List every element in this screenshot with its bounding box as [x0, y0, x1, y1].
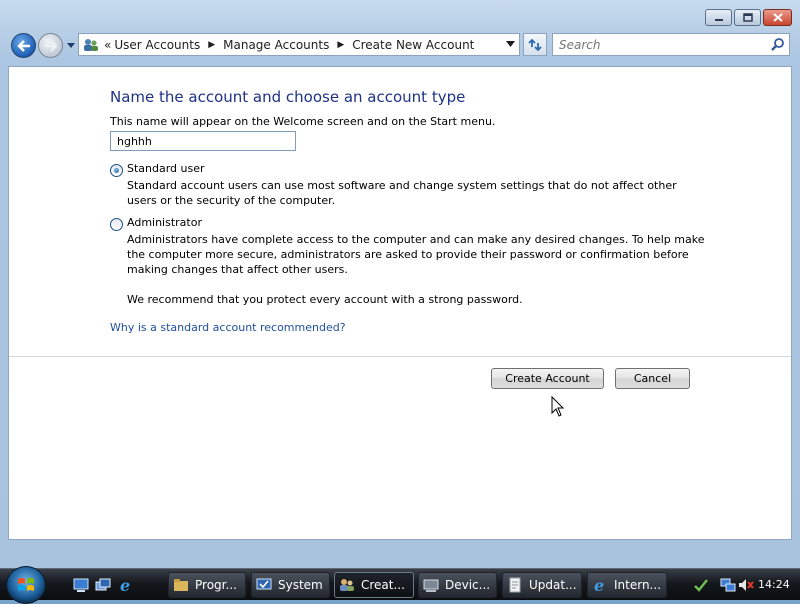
breadcrumb-overflow[interactable]: « [104, 38, 111, 52]
taskbar-button-create-account[interactable]: Creat... [334, 572, 414, 598]
address-bar[interactable]: « User Accounts ▶ Manage Accounts ▶ Crea… [78, 33, 520, 56]
administrator-description: Administrators have complete access to t… [127, 233, 705, 276]
mouse-cursor-icon [551, 396, 565, 417]
create-account-button[interactable]: Create Account [491, 368, 604, 389]
maximize-button[interactable] [734, 9, 761, 26]
network-icon[interactable] [720, 577, 736, 593]
device-manager-icon [423, 579, 439, 592]
breadcrumb-separator[interactable]: ▶ [337, 40, 344, 50]
divider [9, 356, 791, 357]
maximize-icon [742, 13, 753, 22]
system-icon [256, 578, 272, 590]
tray-check-icon[interactable] [693, 577, 709, 593]
ie-icon: e [594, 577, 604, 593]
minimize-button[interactable] [705, 9, 732, 26]
breadcrumb-create-new-account[interactable]: Create New Account [352, 38, 474, 52]
standard-user-description: Standard account users can use most soft… [127, 179, 677, 207]
window-controls [705, 9, 792, 26]
show-desktop-button[interactable] [72, 577, 89, 593]
name-field-label: This name will appear on the Welcome scr… [110, 115, 496, 128]
administrator-label[interactable]: Administrator [127, 216, 202, 229]
taskbar: e Progr... System Creat... Devic... Upda… [0, 566, 800, 604]
taskbar-button-label: Intern... [614, 578, 662, 592]
breadcrumb-user-accounts[interactable]: User Accounts [114, 38, 200, 52]
cancel-button[interactable]: Cancel [615, 368, 690, 389]
administrator-radio[interactable] [110, 218, 123, 231]
svg-text:e: e [594, 577, 604, 593]
volume-muted-icon[interactable] [738, 577, 754, 593]
forward-arrow-icon [44, 39, 58, 52]
taskbar-button-internet-explorer[interactable]: e Intern... [587, 572, 667, 598]
taskbar-button-label: Updat... [529, 578, 577, 592]
close-icon [772, 13, 783, 22]
standard-user-radio[interactable] [110, 164, 123, 177]
folder-icon [174, 579, 188, 591]
user-accounts-icon [340, 579, 354, 591]
taskbar-button-update[interactable]: Updat... [502, 572, 582, 598]
system-clock[interactable]: 14:24 [758, 578, 790, 591]
document-icon [509, 577, 521, 593]
refresh-icon [528, 38, 542, 51]
forward-button[interactable] [38, 33, 63, 58]
internet-explorer-quicklaunch[interactable]: e [117, 577, 134, 593]
minimize-icon [714, 18, 723, 21]
switch-windows-icon [95, 578, 110, 591]
recent-pages-dropdown[interactable] [65, 39, 77, 51]
taskbar-button-programs[interactable]: Progr... [168, 572, 246, 598]
standard-account-help-link[interactable]: Why is a standard account recommended? [110, 321, 346, 334]
windows-logo-icon [18, 578, 34, 591]
breadcrumb-manage-accounts[interactable]: Manage Accounts [223, 38, 329, 52]
chevron-down-icon [67, 42, 75, 48]
ie-icon: e [120, 577, 130, 593]
search-box[interactable] [552, 33, 790, 56]
taskbar-button-label: Devic... [445, 578, 491, 592]
svg-text:e: e [120, 577, 130, 593]
close-button[interactable] [763, 9, 792, 26]
user-accounts-icon [84, 38, 98, 51]
taskbar-button-label: Creat... [361, 578, 405, 592]
taskbar-button-label: System [278, 578, 323, 592]
start-button[interactable] [6, 566, 46, 604]
standard-user-label[interactable]: Standard user [127, 162, 205, 175]
navigation-bar: « User Accounts ▶ Manage Accounts ▶ Crea… [0, 31, 800, 59]
password-recommendation: We recommend that you protect every acco… [127, 293, 523, 306]
back-arrow-icon [16, 39, 30, 52]
show-desktop-icon [73, 578, 88, 592]
content-panel: Name the account and choose an account t… [8, 66, 792, 540]
switch-windows-button[interactable] [94, 577, 111, 593]
taskbar-button-system[interactable]: System [251, 572, 330, 598]
address-dropdown-icon[interactable] [506, 41, 515, 47]
taskbar-button-device-manager[interactable]: Devic... [418, 572, 497, 598]
page-title: Name the account and choose an account t… [110, 88, 466, 106]
account-name-input[interactable] [110, 131, 296, 151]
refresh-button[interactable] [523, 33, 547, 56]
back-button[interactable] [11, 33, 36, 58]
breadcrumb-separator[interactable]: ▶ [208, 40, 215, 50]
taskbar-button-label: Progr... [195, 578, 237, 592]
search-input[interactable] [553, 34, 763, 56]
explorer-window: « User Accounts ▶ Manage Accounts ▶ Crea… [0, 0, 800, 568]
search-icon[interactable] [770, 37, 785, 52]
